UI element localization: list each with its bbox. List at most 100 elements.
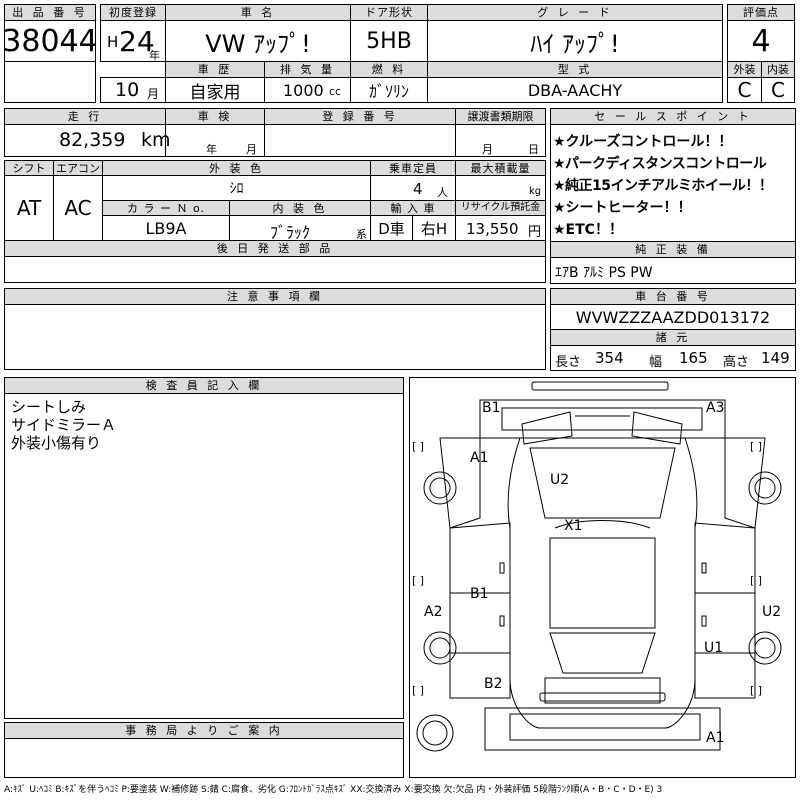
interior-grade: C bbox=[761, 77, 795, 103]
displacement-unit: cc bbox=[329, 85, 342, 98]
wheel-front-left-shape bbox=[423, 471, 457, 505]
mileage: 82,359 bbox=[59, 129, 126, 151]
front-panel-shape bbox=[479, 399, 726, 439]
inspection-cell: 年 月 bbox=[165, 124, 265, 157]
import-label: 輸 入 車 bbox=[370, 200, 456, 216]
recycle-cell: 13,550 円 bbox=[455, 215, 546, 241]
width: 165 bbox=[679, 349, 708, 367]
inspector-label: 検 査 員 記 入 欄 bbox=[4, 377, 404, 394]
first-reg-month-cell: 10 月 bbox=[100, 77, 166, 103]
transfer-month-unit: 月 bbox=[482, 143, 493, 156]
fuel-label: 燃 料 bbox=[350, 61, 428, 78]
score: 4 bbox=[727, 20, 795, 62]
damage-mark-x1: X1 bbox=[564, 518, 583, 534]
damage-mark-a2: A2 bbox=[424, 604, 443, 620]
top-bumper-shape bbox=[531, 381, 669, 391]
bracket-right-bottom: [ ] bbox=[750, 684, 763, 697]
damage-mark-u1: U1 bbox=[704, 640, 724, 656]
exterior-grade: C bbox=[727, 77, 762, 103]
spare-wheel-shape bbox=[416, 714, 454, 752]
interior-grade-label: 内装 bbox=[761, 61, 795, 78]
score-label: 評価点 bbox=[727, 4, 795, 21]
inspection-year-unit: 年 bbox=[206, 143, 217, 156]
damage-mark-a1-front: A1 bbox=[470, 450, 489, 466]
door: 5HB bbox=[350, 20, 428, 62]
displacement: 1000 bbox=[283, 81, 324, 100]
office-box bbox=[4, 738, 404, 778]
width-label: 幅 bbox=[649, 355, 663, 370]
sales-points-box: ★クルーズコントロール！！ ★パークディスタンスコントロール ★純正15インチア… bbox=[550, 124, 796, 242]
office-label: 事 務 局 よ り ご 案 内 bbox=[4, 722, 404, 739]
sales-points-label: セ ー ル ス ポ イ ン ト bbox=[550, 108, 796, 125]
wheel-rear-right-shape bbox=[748, 631, 782, 665]
model-label: 型 式 bbox=[427, 61, 723, 78]
first-reg-label: 初度登録 bbox=[100, 4, 166, 21]
capacity-unit: 人 bbox=[437, 186, 448, 199]
wheel-front-right-shape bbox=[748, 471, 782, 505]
genuine-equipment: ｴｱB ｱﾙﾐ PS PW bbox=[555, 265, 653, 281]
first-reg-year-unit: 年 bbox=[149, 49, 160, 62]
ac-label: エアコン bbox=[53, 160, 103, 176]
transfer-label: 譲渡書類期限 bbox=[455, 108, 546, 125]
bracket-left-mid: [ ] bbox=[412, 574, 425, 587]
first-reg-month: 10 bbox=[115, 79, 140, 101]
history-label: 車 歴 bbox=[165, 61, 265, 78]
transfer-day-unit: 日 bbox=[528, 143, 539, 156]
color-label: 外 装 色 bbox=[102, 160, 371, 176]
damage-mark-u2-hood: U2 bbox=[550, 472, 570, 488]
capacity: 4 bbox=[413, 180, 423, 198]
import-h: 右H bbox=[412, 215, 456, 241]
door-label: ドア形状 bbox=[350, 4, 428, 21]
transfer-cell: 月 日 bbox=[455, 124, 546, 157]
capacity-label: 乗車定員 bbox=[370, 160, 456, 176]
later-parts-value bbox=[4, 256, 546, 283]
exterior-grade-label: 外装 bbox=[727, 61, 762, 78]
lot-no: 38044 bbox=[2, 20, 98, 62]
shift-label: シフト bbox=[4, 160, 54, 176]
sales-point-3: ★純正15インチアルミホイール！！ bbox=[553, 178, 773, 194]
displacement-cell: 1000 cc bbox=[264, 77, 351, 103]
inspection-month-unit: 月 bbox=[246, 143, 257, 156]
legend: A:ｷｽﾞ U:ﾍｺﾐ B:ｷｽﾞを伴うﾍｺﾐ P:要塗装 W:補修跡 S:錆 … bbox=[4, 785, 663, 795]
height-label: 高さ bbox=[723, 355, 750, 370]
color-no: LB9A bbox=[102, 215, 230, 241]
length: 354 bbox=[595, 349, 624, 367]
grade: ﾊｲ ｱｯﾌﾟ! bbox=[427, 20, 723, 62]
plate-value bbox=[264, 124, 456, 157]
color-no-label: カ ラ ー Ｎ o. bbox=[102, 200, 230, 216]
plate-label: 登 録 番 号 bbox=[264, 108, 456, 125]
lot-no-label: 出 品 番 号 bbox=[4, 4, 96, 21]
damage-mark-a1-rear: A1 bbox=[706, 730, 725, 746]
bracket-left-bottom: [ ] bbox=[412, 684, 425, 697]
sales-point-4: ★シートヒーター！！ bbox=[553, 200, 692, 216]
shift: AT bbox=[4, 175, 54, 241]
damage-mark-b2: B2 bbox=[484, 676, 503, 692]
dims-cell: 長さ 354 幅 165 高さ 149 bbox=[550, 345, 796, 371]
notes-label: 注 意 事 項 欄 bbox=[4, 288, 546, 305]
car-diagram: B1 A3 A1 U2 X1 B1 A2 U2 U1 B2 A1 [ ] [ ]… bbox=[409, 377, 796, 778]
genuine-equipment-label: 純 正 装 備 bbox=[550, 241, 796, 258]
load-unit: kg bbox=[529, 186, 542, 197]
mileage-label: 走 行 bbox=[4, 108, 166, 125]
interior-color-cell: ﾌﾞﾗｯｸ 系 bbox=[229, 215, 371, 242]
sales-point-5: ★ETC！！ bbox=[553, 222, 623, 238]
length-label: 長さ bbox=[555, 355, 582, 370]
bracket-right-top: [ ] bbox=[750, 440, 763, 453]
capacity-cell: 4 人 bbox=[370, 175, 456, 201]
inspector-box: シートしみ サイドミラーＡ 外装小傷有り bbox=[4, 393, 404, 719]
height: 149 bbox=[761, 349, 790, 367]
car-name: VW ｱｯﾌﾟ! bbox=[165, 20, 351, 62]
sales-point-2: ★パークディスタンスコントロール bbox=[553, 156, 767, 172]
color: ｼﾛ bbox=[102, 175, 371, 201]
damage-mark-b1-top: B1 bbox=[482, 400, 501, 416]
car-body-shape bbox=[507, 437, 698, 729]
car-name-label: 車 名 bbox=[165, 4, 351, 21]
first-reg-era: H bbox=[107, 33, 119, 51]
sales-point-1: ★クルーズコントロール！！ bbox=[553, 134, 733, 150]
wheel-rear-left-shape bbox=[423, 631, 457, 665]
dims-label: 諸 元 bbox=[550, 329, 796, 346]
mileage-cell: 82,359 km bbox=[4, 124, 171, 157]
ac: AC bbox=[53, 175, 103, 241]
load-label: 最大積載量 bbox=[455, 160, 546, 176]
damage-mark-a3: A3 bbox=[706, 400, 725, 416]
